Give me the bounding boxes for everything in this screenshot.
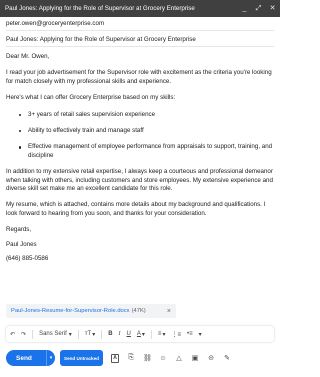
bold-button[interactable]: B <box>108 331 112 337</box>
signature-block: Regards, Paul Jones (646) 885-0586 <box>6 226 274 263</box>
align-icon: ≡ <box>157 331 162 337</box>
chevron-down-icon: ▾ <box>141 331 145 338</box>
toolbar-divider <box>77 329 79 339</box>
font-size-button[interactable]: тT ▾ <box>85 331 95 338</box>
undo-icon[interactable]: ↶ <box>10 331 15 338</box>
list-item: 3+ years of retail sales supervision exp… <box>19 111 274 119</box>
more-formatting-icon[interactable]: ▾ <box>199 331 202 338</box>
attach-file-icon[interactable]: ⎘ <box>127 354 135 362</box>
sender-phone: (646) 885-0586 <box>6 255 49 263</box>
sender-name: Paul Jones <box>6 240 37 248</box>
bulleted-list-icon[interactable]: •≡ <box>187 331 193 337</box>
closing: Regards, <box>6 226 32 234</box>
send-untracked-button[interactable]: Send Untracked <box>60 350 103 366</box>
to-field[interactable]: peter.owen@groceryenterprise.com <box>6 17 274 31</box>
chevron-down-icon: ▾ <box>92 331 96 338</box>
insert-link-icon[interactable]: ⛓ <box>143 354 152 362</box>
toolbar-divider <box>101 329 103 339</box>
list-item: Ability to effectively train and manage … <box>19 127 274 135</box>
minimize-icon[interactable]: _ <box>241 0 248 17</box>
window-title: Paul Jones: Applying for the Role of Sup… <box>5 5 195 12</box>
chevron-down-icon: ▾ <box>68 331 72 338</box>
text-color-icon: A <box>136 331 141 337</box>
align-button[interactable]: ≡ ▾ <box>158 331 166 338</box>
paragraph-intro: I read your job advertisement for the Su… <box>6 69 272 85</box>
italic-button[interactable]: I <box>119 331 121 337</box>
chevron-down-icon: ▾ <box>162 331 166 338</box>
font-label: Sans Serif <box>39 331 67 337</box>
signature-icon[interactable]: ✎ <box>223 354 231 362</box>
toolbar-divider <box>32 329 34 339</box>
message-body[interactable]: Dear Mr. Owen, I read your job advertise… <box>6 53 274 270</box>
confidential-mode-icon[interactable]: ⊝ <box>207 354 215 362</box>
formatting-toolbar: ↶ ↷ Sans Serif ▾ тT ▾ B I U A ▾ ≡ ▾ ⋮≡ •… <box>6 326 274 342</box>
font-select[interactable]: Sans Serif ▾ <box>39 331 72 338</box>
attachment-size: (47K) <box>131 308 146 314</box>
paragraph-expertise: In addition to my extensive retail exper… <box>6 168 273 193</box>
compose-actions-bar: Send ▾ Send Untracked A ⎘ ⛓ ☺ △ ▣ ⊝ ✎ <box>6 348 274 368</box>
compose-title-bar: Paul Jones: Applying for the Role of Sup… <box>0 0 280 17</box>
attachment-name[interactable]: Paul-Jones-Resume-for-Supervisor-Role.do… <box>11 308 130 314</box>
formatting-toggle-icon[interactable]: A <box>111 353 119 363</box>
numbered-list-icon[interactable]: ⋮≡ <box>171 331 181 338</box>
attachment-chip[interactable]: Paul-Jones-Resume-for-Supervisor-Role.do… <box>6 304 176 318</box>
subject-field[interactable]: Paul Jones: Applying for the Role of Sup… <box>6 33 274 47</box>
paragraph-skills-lead: Here's what I can offer Grocery Enterpri… <box>6 94 176 102</box>
send-options-icon[interactable]: ▾ <box>46 350 55 366</box>
emoji-icon[interactable]: ☺ <box>159 355 167 362</box>
drive-icon[interactable]: △ <box>175 354 183 362</box>
toolbar-divider <box>150 329 152 339</box>
close-icon[interactable]: ✕ <box>269 0 276 17</box>
paragraph-resume: My resume, which is attached, contains m… <box>6 201 266 217</box>
insert-photo-icon[interactable]: ▣ <box>191 354 199 362</box>
underline-button[interactable]: U <box>127 331 131 337</box>
expand-icon[interactable]: ⤢ <box>255 0 262 17</box>
text-color-button[interactable]: A ▾ <box>137 331 145 338</box>
redo-icon[interactable]: ↷ <box>21 331 26 338</box>
subject-text[interactable]: Paul Jones: Applying for the Role of Sup… <box>6 36 196 43</box>
greeting: Dear Mr. Owen, <box>6 53 50 60</box>
skills-list: 3+ years of retail sales supervision exp… <box>6 111 274 161</box>
list-item: Effective management of employee perform… <box>19 143 273 159</box>
to-recipient[interactable]: peter.owen@groceryenterprise.com <box>6 20 104 27</box>
remove-attachment-icon[interactable]: × <box>167 308 171 315</box>
send-button[interactable]: Send <box>6 350 46 366</box>
text-size-icon: тT <box>84 331 92 337</box>
